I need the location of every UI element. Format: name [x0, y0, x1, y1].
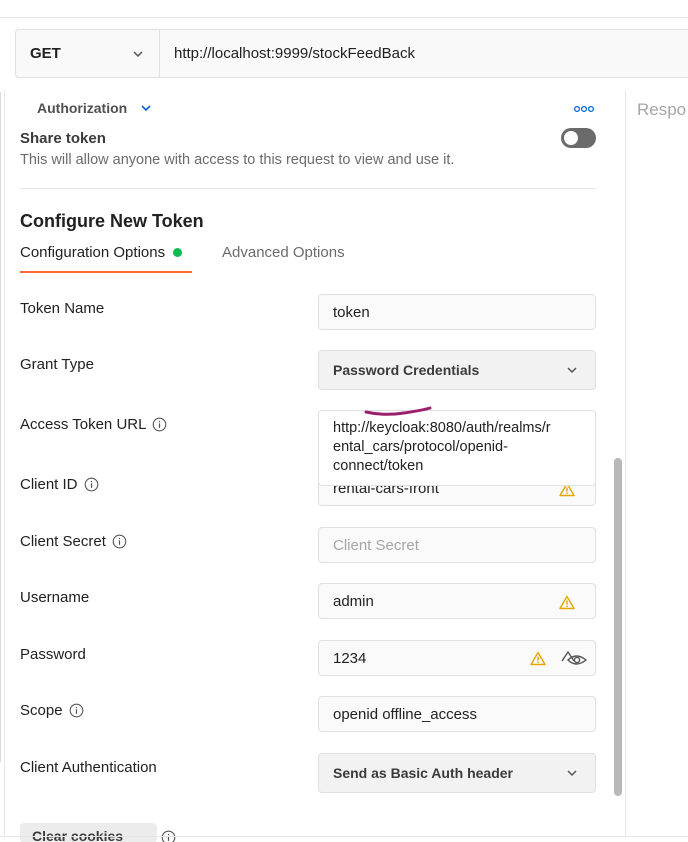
authorization-dropdown[interactable]: Authorization — [37, 100, 153, 116]
label-text: Grant Type — [20, 356, 94, 373]
top-strip — [0, 0, 688, 18]
chevron-down-icon — [133, 50, 143, 57]
tab-label: Advanced Options — [222, 244, 345, 261]
request-url-bar: GET http://localhost:9999/stockFeedBack — [15, 29, 688, 78]
warning-icon — [559, 595, 575, 610]
scope-label: Scope — [20, 702, 84, 719]
field-value: admin — [333, 592, 374, 610]
method-select[interactable]: GET — [16, 30, 160, 77]
panel-divider[interactable] — [625, 90, 626, 835]
field-value: token — [333, 303, 370, 321]
scope-input[interactable]: openid offline_access — [318, 696, 596, 732]
client-authentication-label: Client Authentication — [20, 759, 157, 776]
label-text: Password — [20, 646, 86, 663]
url-line: http://keycloak:8080/auth/realms/r — [333, 420, 551, 436]
bottom-border — [0, 836, 688, 837]
field-placeholder: Client Secret — [333, 536, 419, 554]
toggle-knob — [564, 131, 578, 145]
password-label: Password — [20, 646, 86, 663]
url-line: connect/token — [333, 458, 424, 474]
password-input[interactable]: 1234 — [318, 640, 596, 676]
button-label: Clear cookies — [32, 828, 124, 842]
authorization-label: Authorization — [37, 100, 128, 116]
divider — [20, 188, 596, 189]
clear-cookies-button[interactable]: Clear cookies — [20, 823, 157, 842]
chevron-down-icon — [567, 367, 577, 374]
warning-icon — [530, 651, 546, 666]
token-name-label: Token Name — [20, 300, 104, 317]
label-text: Client ID — [20, 476, 78, 493]
status-dot — [173, 248, 183, 257]
grant-type-label: Grant Type — [20, 356, 94, 373]
field-value: 1234 — [333, 649, 367, 667]
eye-icon[interactable] — [560, 650, 588, 668]
label-text: Client Authentication — [20, 759, 157, 776]
field-value: Send as Basic Auth header — [333, 765, 513, 781]
url-line: ental_cars/protocol/openid- — [333, 439, 508, 455]
info-icon[interactable] — [69, 703, 84, 718]
configure-token-title: Configure New Token — [20, 211, 204, 231]
response-label: Respo — [637, 100, 687, 119]
label-text: Token Name — [20, 300, 105, 317]
left-border — [0, 92, 1, 762]
info-icon[interactable] — [112, 534, 127, 549]
client-authentication-select[interactable]: Send as Basic Auth header — [318, 753, 596, 793]
tab-label: Configuration Options — [20, 244, 166, 261]
token-name-input[interactable]: token — [318, 294, 596, 330]
share-token-toggle[interactable] — [561, 128, 596, 148]
active-tab-underline — [20, 271, 192, 273]
username-input[interactable]: admin — [318, 583, 596, 619]
share-token-title: Share token — [20, 130, 106, 147]
share-token-description: This will allow anyone with access to th… — [20, 152, 455, 168]
chevron-down-icon — [567, 770, 577, 777]
access-token-url-label: Access Token URL — [20, 416, 167, 433]
tab-advanced-options[interactable]: Advanced Options — [222, 244, 345, 261]
url-input[interactable]: http://localhost:9999/stockFeedBack — [160, 45, 415, 62]
info-icon[interactable] — [152, 417, 167, 432]
label-text: Client Secret — [20, 533, 106, 550]
tab-configuration-options[interactable]: Configuration Options — [20, 244, 192, 273]
label-text: Username — [20, 589, 90, 606]
access-token-url-input[interactable]: http://keycloak:8080/auth/realms/r ental… — [318, 410, 596, 486]
grant-type-select[interactable]: Password Credentials — [318, 350, 596, 390]
username-label: Username — [20, 589, 89, 606]
method-label: GET — [30, 45, 61, 62]
field-value: Password Credentials — [333, 362, 480, 378]
more-horizontal-icon[interactable] — [573, 103, 595, 115]
client-secret-input[interactable]: Client Secret — [318, 527, 596, 563]
label-text: Access Token URL — [20, 416, 147, 433]
scrollbar[interactable] — [614, 458, 622, 796]
chevron-down-icon — [141, 105, 151, 112]
annotation-underline — [364, 406, 432, 416]
field-value: openid offline_access — [333, 705, 477, 723]
info-icon[interactable] — [84, 477, 99, 492]
client-secret-label: Client Secret — [20, 533, 127, 550]
label-text: Scope — [20, 702, 63, 719]
client-id-label: Client ID — [20, 476, 99, 493]
